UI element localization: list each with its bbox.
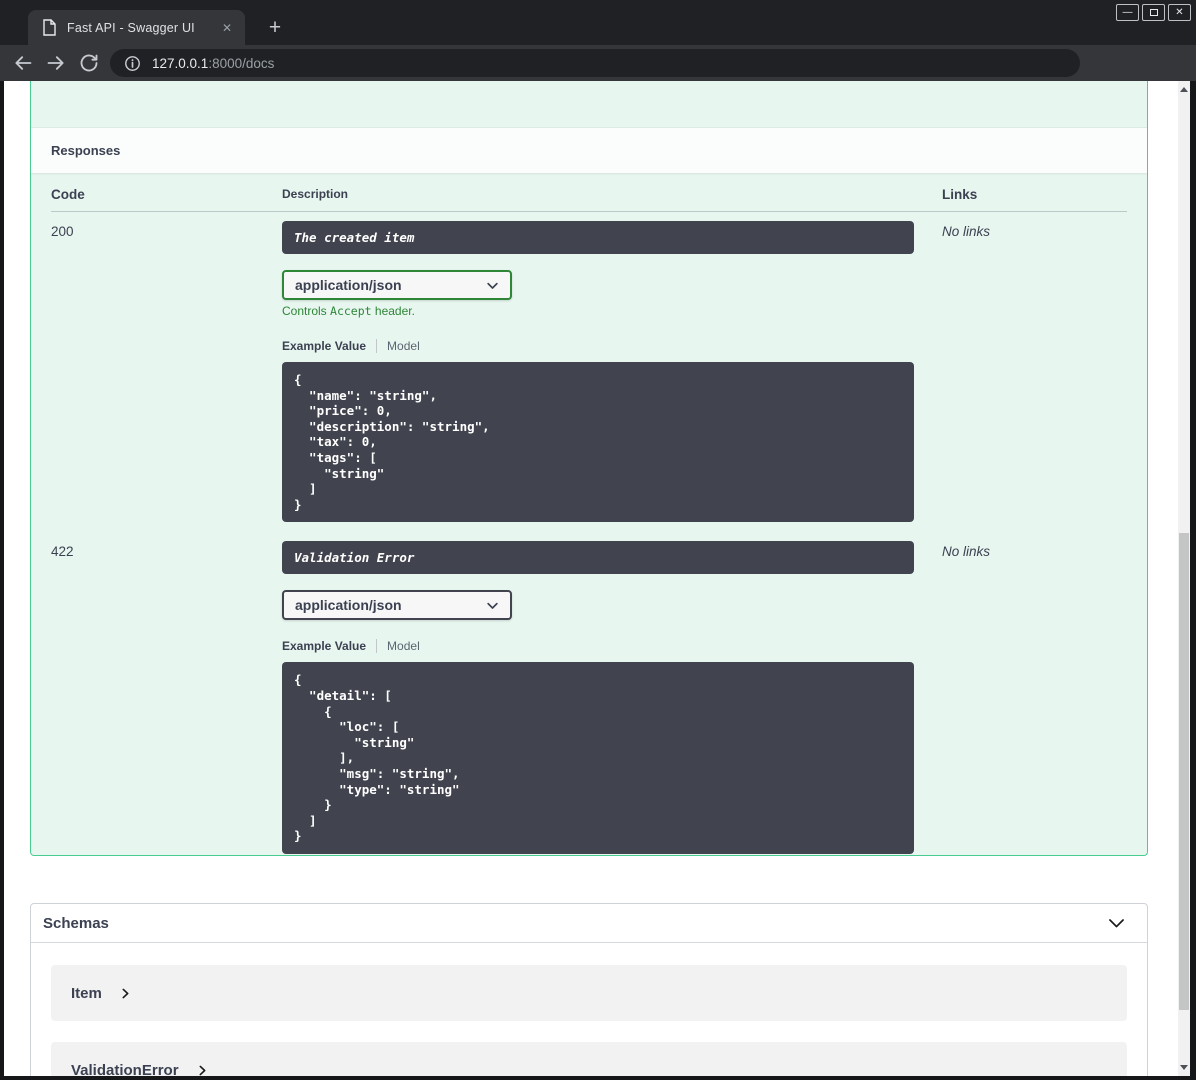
window-close-button[interactable]: ✕ bbox=[1168, 4, 1191, 21]
chevron-down-icon bbox=[485, 278, 500, 293]
tab-example-value[interactable]: Example Value bbox=[282, 639, 366, 653]
address-bar[interactable]: 127.0.0.1:8000/docs bbox=[110, 49, 1080, 77]
schemas-header[interactable]: Schemas bbox=[31, 904, 1147, 943]
back-icon[interactable] bbox=[13, 53, 33, 73]
maximize-button[interactable] bbox=[1142, 4, 1165, 21]
response-links: No links bbox=[942, 544, 991, 560]
window-controls: — ✕ bbox=[1116, 4, 1191, 21]
responses-table-head: Code Description Links bbox=[51, 187, 1127, 212]
opblock-spacer bbox=[31, 81, 1147, 128]
new-tab-button[interactable]: + bbox=[260, 13, 290, 43]
scrollbar-thumb[interactable] bbox=[1179, 533, 1189, 1010]
schema-model-item[interactable]: Item bbox=[51, 965, 1127, 1021]
window-border-right bbox=[1190, 81, 1196, 1080]
vertical-scrollbar[interactable] bbox=[1178, 81, 1190, 1076]
chevron-down-icon bbox=[485, 598, 500, 613]
chevron-right-icon bbox=[196, 1064, 209, 1077]
response-description: Validation Error bbox=[282, 541, 914, 575]
window-border-bottom bbox=[0, 1076, 1196, 1080]
tab-title: Fast API - Swagger UI bbox=[67, 20, 195, 35]
example-json-422: { "detail": [ { "loc": [ "string" ], "ms… bbox=[282, 662, 914, 854]
response-description: The created item bbox=[282, 221, 914, 254]
response-row-200: 200 The created item application/json Co… bbox=[51, 212, 1127, 532]
url-path: :8000/docs bbox=[208, 55, 275, 71]
responses-section-header: Responses bbox=[31, 128, 1147, 173]
response-row-422: 422 Validation Error application/json Ex… bbox=[51, 532, 1127, 855]
page-favicon-icon bbox=[42, 19, 57, 36]
titlebar: Fast API - Swagger UI ✕ + — ✕ bbox=[0, 0, 1196, 45]
model-name: ValidationError bbox=[71, 1061, 179, 1077]
schemas-section: Schemas Item ValidationError bbox=[30, 903, 1148, 1076]
tab-model[interactable]: Model bbox=[387, 639, 420, 653]
tab-example-value[interactable]: Example Value bbox=[282, 339, 366, 353]
col-header-description: Description bbox=[282, 187, 349, 201]
minimize-button[interactable]: — bbox=[1116, 4, 1139, 21]
example-json-200: { "name": "string", "price": 0, "descrip… bbox=[282, 362, 914, 523]
accept-header-note: Controls Accept header. bbox=[282, 304, 415, 318]
responses-title: Responses bbox=[51, 143, 121, 158]
browser-window: Fast API - Swagger UI ✕ + — ✕ 127.0.0.1:… bbox=[0, 0, 1196, 1080]
col-header-code: Code bbox=[51, 187, 85, 202]
site-info-icon[interactable] bbox=[124, 55, 141, 72]
tab-separator bbox=[376, 639, 378, 654]
browser-tab[interactable]: Fast API - Swagger UI ✕ bbox=[28, 10, 245, 45]
response-code: 200 bbox=[51, 224, 74, 239]
chevron-right-icon bbox=[119, 987, 132, 1000]
forward-icon[interactable] bbox=[46, 53, 66, 73]
model-name: Item bbox=[71, 984, 102, 1002]
url-host: 127.0.0.1 bbox=[152, 55, 209, 71]
response-code: 422 bbox=[51, 544, 74, 560]
response-links: No links bbox=[942, 224, 991, 239]
responses-table: Code Description Links 200 The created i… bbox=[31, 173, 1147, 855]
col-header-links: Links bbox=[942, 187, 978, 202]
tab-separator bbox=[376, 339, 378, 353]
window-border-left bbox=[0, 81, 4, 1080]
tab-model[interactable]: Model bbox=[387, 339, 420, 353]
tab-close-icon[interactable]: ✕ bbox=[217, 19, 237, 37]
media-type-select[interactable]: application/json bbox=[282, 590, 512, 621]
schema-model-validationerror[interactable]: ValidationError bbox=[51, 1042, 1127, 1076]
schemas-title: Schemas bbox=[43, 914, 109, 932]
page-content: Responses Code Description Links 200 The… bbox=[4, 81, 1178, 1076]
reload-icon[interactable] bbox=[79, 53, 99, 73]
chevron-down-icon[interactable] bbox=[1106, 913, 1127, 934]
media-type-select[interactable]: application/json bbox=[282, 270, 512, 300]
opblock-panel: Responses Code Description Links 200 The… bbox=[30, 81, 1148, 856]
browser-toolbar: 127.0.0.1:8000/docs ☆ bbox=[0, 45, 1196, 117]
scroll-up-arrow-icon[interactable] bbox=[1180, 87, 1188, 92]
scroll-down-arrow-icon[interactable] bbox=[1180, 1065, 1188, 1070]
